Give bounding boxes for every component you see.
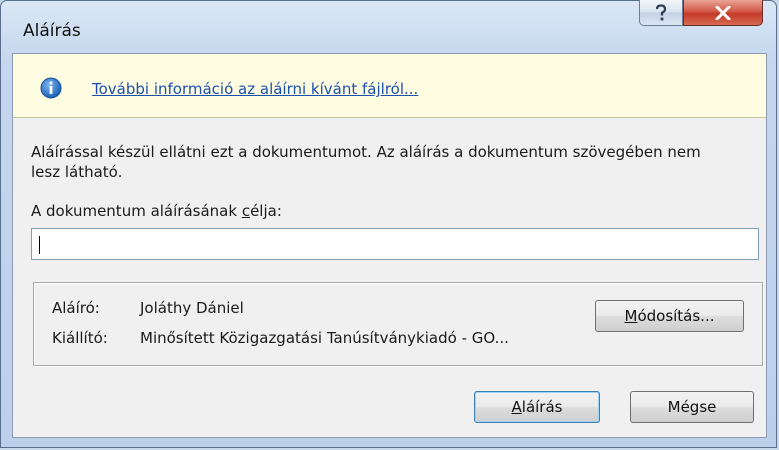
- signer-value: Joláthy Dániel: [140, 299, 244, 317]
- issuer-label: Kiállító:: [52, 329, 108, 347]
- dialog-content: További információ az aláírni kívánt fáj…: [12, 53, 767, 438]
- sign-button[interactable]: Aláírás: [474, 391, 600, 423]
- purpose-label: A dokumentum aláírásának célja:: [31, 202, 282, 220]
- question-mark-icon: [655, 3, 667, 20]
- dialog-title: Aláírás: [23, 21, 81, 41]
- close-icon: [715, 5, 731, 20]
- text-caret: [39, 236, 40, 254]
- info-bar: További információ az aláírni kívánt fáj…: [13, 54, 766, 118]
- info-icon: [40, 77, 62, 99]
- signature-dialog: Aláírás További információ az aláírni kí…: [0, 0, 777, 448]
- signer-info-box: Aláíró: Joláthy Dániel Kiállító: Minősít…: [33, 282, 763, 366]
- signer-label: Aláíró:: [52, 299, 100, 317]
- purpose-input[interactable]: [31, 228, 759, 260]
- title-bar[interactable]: Aláírás: [1, 0, 776, 53]
- file-info-link[interactable]: További információ az aláírni kívánt fáj…: [92, 80, 418, 98]
- description-text: Aláírással készül ellátni ezt a dokument…: [31, 143, 701, 181]
- issuer-value: Minősített Közigazgatási Tanúsítványkiad…: [140, 329, 509, 347]
- close-button[interactable]: [683, 0, 763, 26]
- cancel-button[interactable]: Mégse: [630, 391, 754, 423]
- change-signer-button[interactable]: Módosítás...: [595, 300, 744, 332]
- help-button[interactable]: [639, 0, 683, 26]
